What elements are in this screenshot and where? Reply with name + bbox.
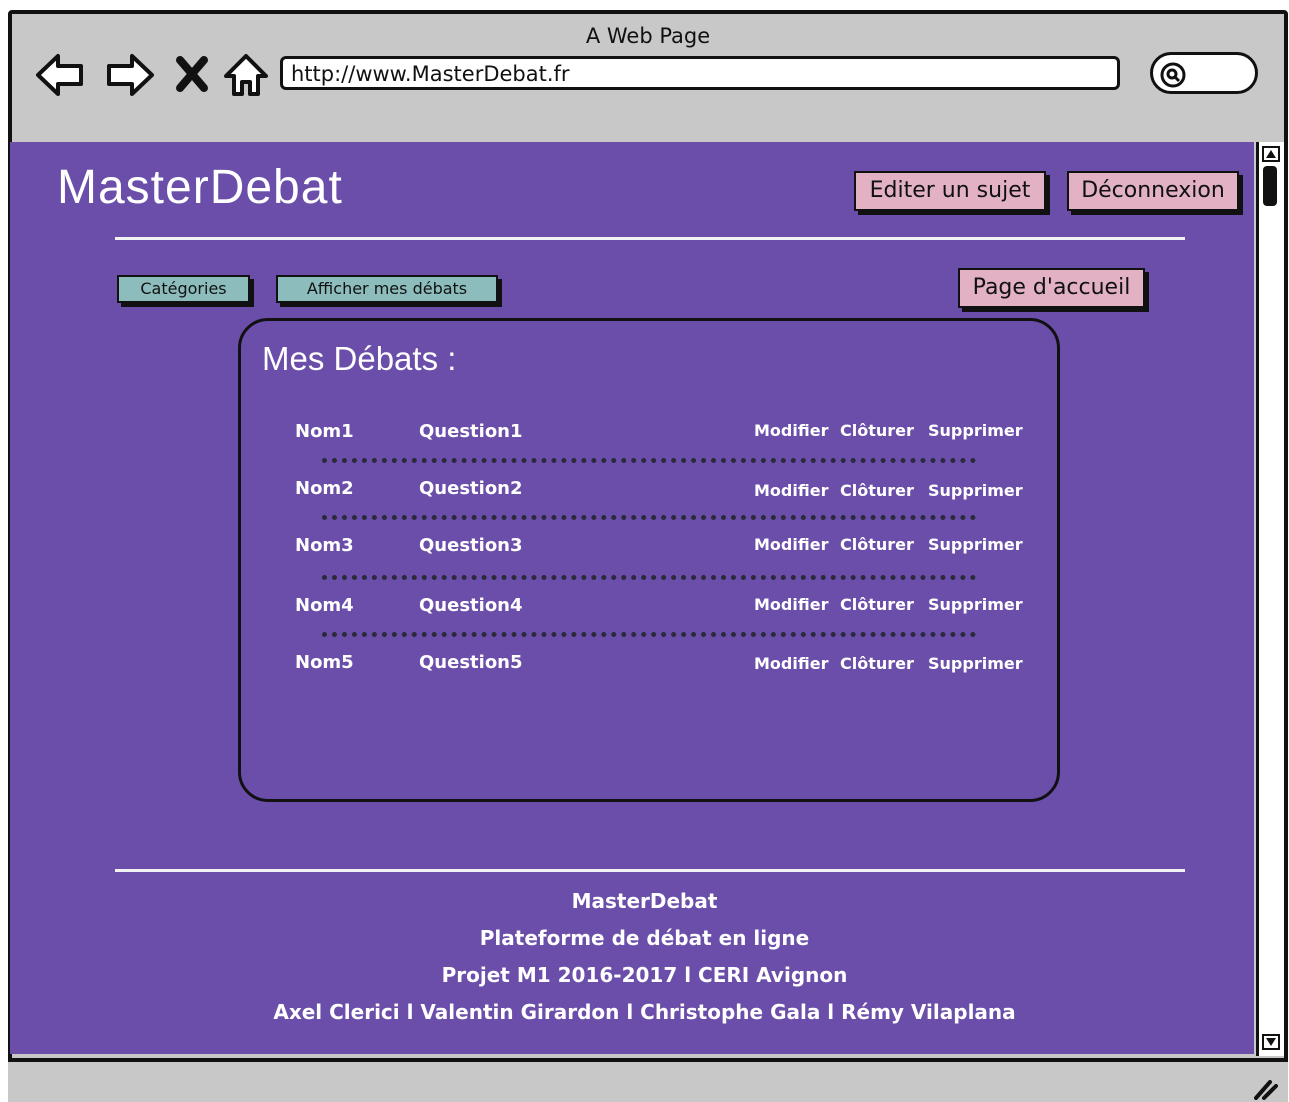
close-debate-link[interactable]: Clôturer	[840, 481, 914, 500]
delete-link[interactable]: Supprimer	[928, 535, 1023, 554]
debate-question[interactable]: Question1	[419, 421, 523, 442]
vertical-scrollbar[interactable]	[1256, 142, 1284, 1056]
header-divider	[115, 237, 1185, 240]
home-page-button[interactable]: Page d'accueil	[958, 268, 1145, 308]
modify-link[interactable]: Modifier	[754, 481, 828, 500]
categories-button[interactable]: Catégories	[117, 275, 250, 303]
edit-topic-button[interactable]: Editer un sujet	[854, 171, 1046, 211]
logout-button[interactable]: Déconnexion	[1067, 171, 1239, 211]
close-debate-link[interactable]: Clôturer	[840, 535, 914, 554]
scroll-up-icon[interactable]	[1262, 146, 1280, 162]
delete-link[interactable]: Supprimer	[928, 481, 1023, 500]
status-bar	[8, 1058, 1288, 1102]
close-debate-link[interactable]: Clôturer	[840, 421, 914, 440]
modify-link[interactable]: Modifier	[754, 535, 828, 554]
delete-link[interactable]: Supprimer	[928, 421, 1023, 440]
row-separator	[322, 632, 976, 637]
debate-name: Nom1	[295, 421, 354, 442]
my-debates-button[interactable]: Afficher mes débats	[276, 275, 498, 303]
footer-site-name: MasterDebat	[571, 889, 718, 913]
site-logo[interactable]: MasterDebat	[57, 160, 343, 215]
debate-name: Nom2	[295, 478, 354, 499]
row-separator	[322, 515, 976, 520]
forward-arrow-icon[interactable]	[104, 50, 156, 100]
footer-tagline: Plateforme de débat en ligne	[479, 926, 810, 950]
debate-name: Nom3	[295, 535, 354, 556]
close-debate-link[interactable]: Clôturer	[840, 595, 914, 614]
address-bar[interactable]: http://www.MasterDebat.fr	[280, 56, 1120, 90]
debate-question[interactable]: Question5	[419, 652, 523, 673]
debate-name: Nom4	[295, 595, 354, 616]
debate-question[interactable]: Question2	[419, 478, 523, 499]
close-icon[interactable]	[172, 50, 212, 100]
modify-link[interactable]: Modifier	[754, 595, 828, 614]
home-icon[interactable]	[222, 50, 270, 100]
modify-link[interactable]: Modifier	[754, 654, 828, 673]
debate-question[interactable]: Question4	[419, 595, 523, 616]
panel-title: Mes Débats :	[262, 340, 457, 377]
window-title: A Web Page	[585, 24, 711, 48]
delete-link[interactable]: Supprimer	[928, 595, 1023, 614]
footer-divider	[115, 869, 1185, 872]
modify-link[interactable]: Modifier	[754, 421, 828, 440]
delete-link[interactable]: Supprimer	[928, 654, 1023, 673]
debate-question[interactable]: Question3	[419, 535, 523, 556]
footer-project: Projet M1 2016-2017 l CERI Avignon	[441, 963, 848, 987]
row-separator	[322, 575, 976, 580]
scroll-down-icon[interactable]	[1262, 1034, 1280, 1050]
row-separator	[322, 458, 976, 463]
search-icon	[1160, 62, 1186, 88]
footer-authors: Axel Clerici l Valentin Girardon l Chris…	[273, 1000, 1016, 1024]
resize-grip-icon[interactable]	[1252, 1074, 1278, 1100]
scroll-thumb[interactable]	[1263, 166, 1277, 206]
search-field[interactable]	[1150, 52, 1258, 94]
back-arrow-icon[interactable]	[34, 50, 86, 100]
debate-name: Nom5	[295, 652, 354, 673]
close-debate-link[interactable]: Clôturer	[840, 654, 914, 673]
my-debates-panel	[238, 318, 1060, 802]
